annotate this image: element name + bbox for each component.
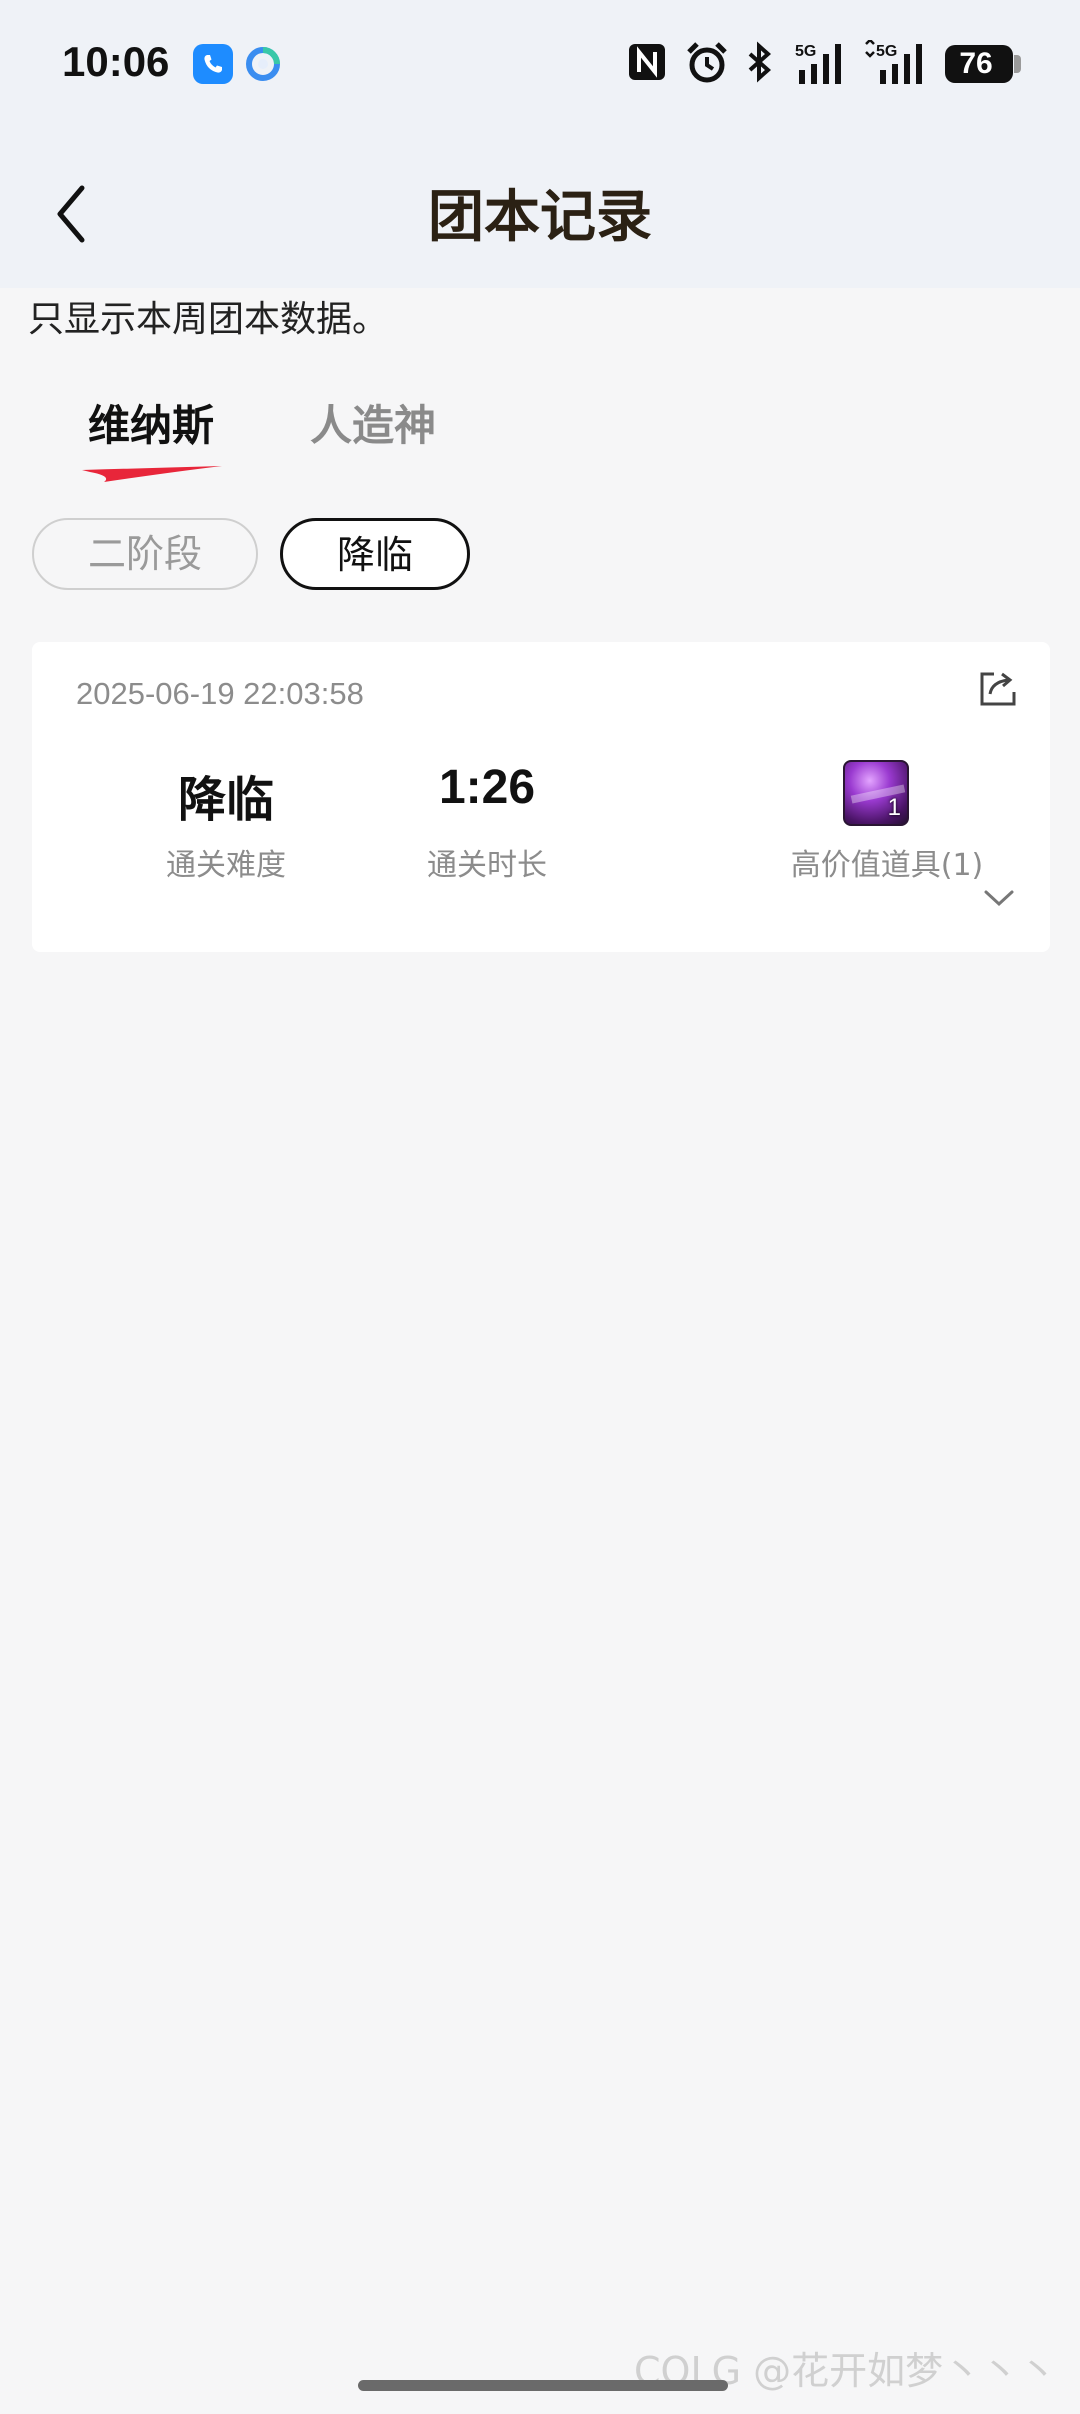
duration-value: 1:26: [438, 761, 536, 814]
status-time: 10:06: [62, 38, 170, 85]
filter-chip-descend[interactable]: 降临: [280, 518, 470, 590]
battery-indicator: 76: [945, 45, 1021, 83]
record-timestamp: 2025-06-19 22:03:58: [76, 676, 364, 711]
chevron-down-icon[interactable]: [982, 886, 1016, 910]
difficulty-label: 通关难度: [166, 848, 286, 883]
signal-5g-icon: 5G: [793, 40, 849, 90]
tab-venus[interactable]: 维纳斯: [88, 392, 214, 453]
status-bar: 10:06 5G 5G 76: [0, 0, 1080, 130]
home-gesture-bar[interactable]: [358, 2380, 728, 2391]
nfc-icon: [627, 40, 667, 90]
svg-text:5G: 5G: [795, 43, 816, 60]
page-title: 团本记录: [428, 185, 652, 250]
header: 团本记录: [0, 130, 1080, 288]
duration-label: 通关时长: [427, 848, 547, 883]
signal-5g-icon: 5G: [862, 38, 932, 90]
weekly-notice: 只显示本周团本数据。: [28, 299, 389, 340]
browser-app-icon: [243, 44, 283, 84]
tab-active-indicator: [82, 466, 222, 482]
filter-chip-stage-two[interactable]: 二阶段: [32, 518, 258, 590]
high-value-item-thumbnail[interactable]: 1: [843, 760, 909, 826]
share-icon[interactable]: [978, 668, 1018, 708]
high-value-item-label: 高价值道具(1): [790, 848, 984, 883]
difficulty-value: 降临: [177, 772, 274, 828]
alarm-icon: [685, 40, 729, 90]
item-count: 1: [887, 794, 901, 821]
app-root: 10:06 5G 5G 76 团本记录 只显示本周团本数据。 维纳斯 人造神 二…: [0, 0, 1080, 2414]
tab-artificial-god[interactable]: 人造神: [310, 392, 436, 453]
record-card[interactable]: 2025-06-19 22:03:58 降临 通关难度 1:26 通关时长 1 …: [32, 642, 1050, 952]
phone-app-icon: [193, 44, 233, 84]
svg-text:5G: 5G: [876, 43, 897, 60]
bluetooth-icon: [742, 40, 778, 90]
battery-level: 76: [959, 47, 993, 80]
